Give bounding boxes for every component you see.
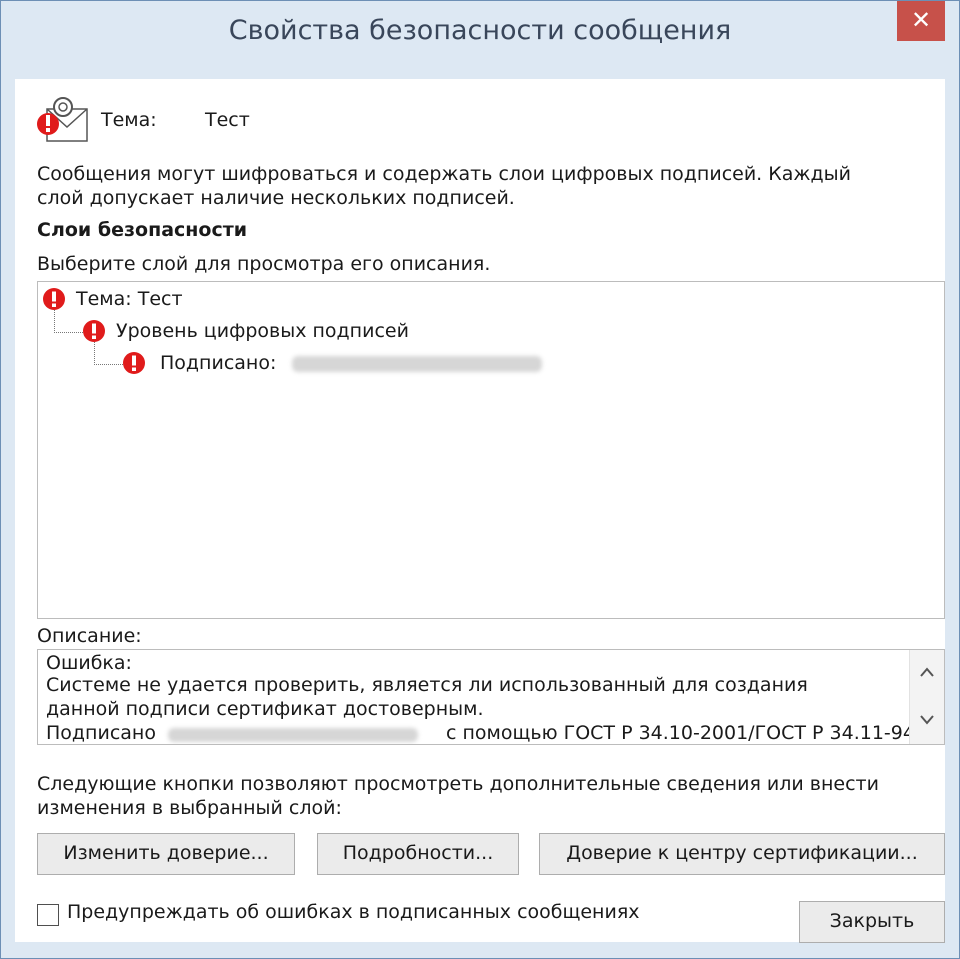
tree-item-label: Подписано: [160, 352, 277, 374]
warn-errors-checkbox[interactable] [37, 904, 59, 926]
tree-item-signed-by[interactable]: Подписано: [122, 350, 582, 376]
security-layers-heading: Слои безопасности [37, 219, 248, 241]
redacted-signer [292, 356, 542, 372]
redacted-signer [168, 728, 418, 742]
tree-item-label: Уровень цифровых подписей [116, 320, 409, 342]
description-line: Ошибка: [46, 652, 132, 674]
close-button[interactable]: Закрыть [799, 901, 945, 943]
description-line: Системе не удается проверить, является л… [46, 674, 808, 696]
description-line: данной подписи сертификат достоверным. [46, 698, 484, 720]
subject-label: Тема: [101, 109, 157, 131]
description-line: с помощью ГОСТ Р 34.10-2001/ГОСТ Р 34.11… [446, 722, 915, 744]
signed-envelope-error-icon [37, 97, 88, 142]
description-label: Описание: [37, 625, 142, 647]
window-title: Свойства безопасности сообщения [228, 15, 732, 46]
dialog-content: Тема: Тест Сообщения могут шифроваться и… [15, 79, 945, 943]
intro-line-2: слой допускает наличие нескольких подпис… [37, 187, 515, 209]
tree-item-label: Тема: Тест [76, 288, 183, 310]
chevron-up-icon[interactable] [919, 666, 935, 678]
details-button[interactable]: Подробности... [317, 833, 519, 875]
error-icon [43, 288, 65, 310]
security-properties-window: Свойства безопасности сообщения ✕ Тема: … [0, 0, 960, 959]
intro-line-1: Сообщения могут шифроваться и содержать … [37, 163, 851, 185]
chevron-down-icon[interactable] [919, 714, 935, 726]
error-icon [83, 320, 105, 342]
description-box[interactable]: Ошибка: Системе не удается проверить, яв… [37, 649, 945, 745]
security-layers-tree[interactable]: Тема: Тест Уровень цифровых подписей Под… [37, 281, 945, 619]
ca-trust-button[interactable]: Доверие к центру сертификации... [539, 833, 945, 875]
close-window-button[interactable]: ✕ [897, 1, 945, 41]
subject-value: Тест [205, 109, 250, 131]
description-line: Подписано [46, 722, 156, 744]
buttons-info-line-1: Следующие кнопки позволяют просмотреть д… [37, 773, 879, 795]
tree-item-subject[interactable]: Тема: Тест [42, 286, 342, 312]
title-bar[interactable]: Свойства безопасности сообщения ✕ [1, 1, 959, 81]
tree-item-signature-layer[interactable]: Уровень цифровых подписей [82, 318, 482, 344]
security-layers-hint: Выберите слой для просмотра его описания… [37, 253, 491, 275]
change-trust-button[interactable]: Изменить доверие... [37, 833, 295, 875]
error-icon [123, 352, 145, 374]
warn-errors-label[interactable]: Предупреждать об ошибках в подписанных с… [67, 901, 640, 923]
description-scrollbar[interactable] [909, 650, 944, 744]
buttons-info-line-2: изменения в выбранный слой: [37, 797, 342, 819]
